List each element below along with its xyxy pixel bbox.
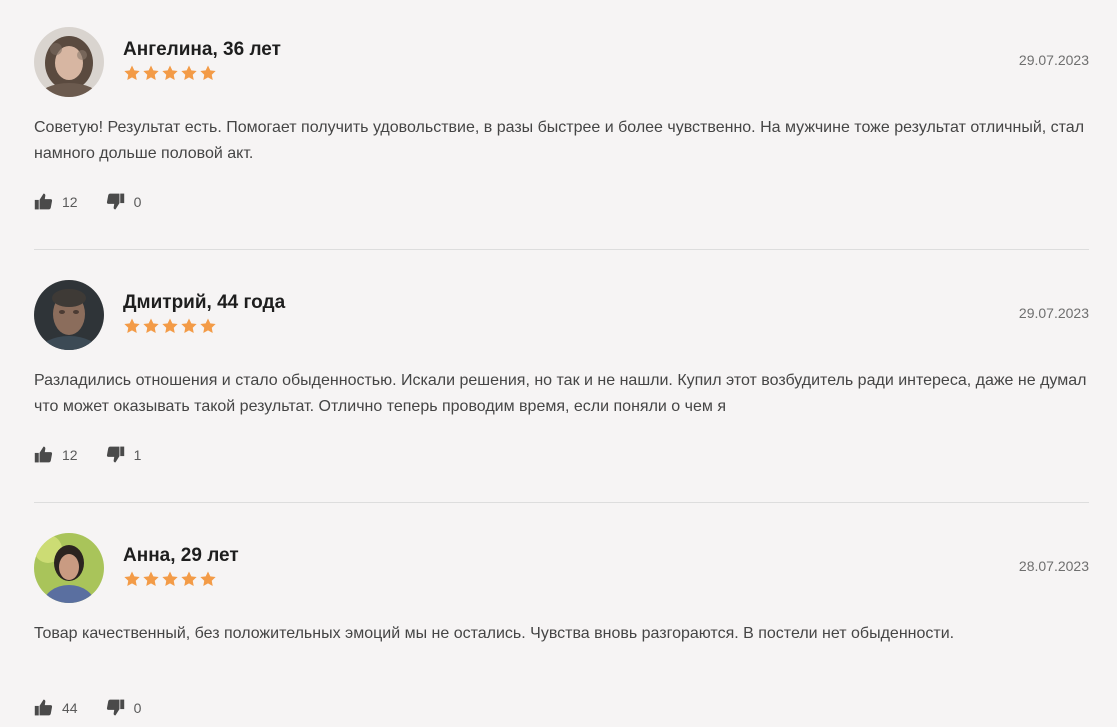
dislike-count: 0 [133, 193, 142, 210]
review-text: Товар качественный, без положительных эм… [34, 625, 955, 642]
like-button[interactable]: 12 [34, 445, 78, 464]
avatar [34, 533, 104, 603]
like-button[interactable]: 12 [34, 192, 78, 211]
avatar [34, 280, 104, 350]
avatar [34, 27, 104, 97]
star-icon [143, 571, 159, 586]
star-icon [181, 571, 197, 586]
star-icon [162, 65, 178, 80]
review-text: Советую! Результат есть. Помогает получи… [34, 119, 1085, 162]
vote-bar: 44 0 [34, 698, 141, 717]
like-button[interactable]: 44 [34, 698, 78, 717]
star-icon [181, 65, 197, 80]
vote-bar: 12 0 [34, 192, 141, 211]
like-count: 12 [62, 446, 78, 463]
rating-stars [123, 64, 217, 82]
thumbs-down-icon [106, 193, 124, 210]
thumbs-up-icon [34, 699, 53, 716]
review-date: 29.07.2023 [1018, 305, 1089, 321]
dislike-button[interactable]: 0 [106, 698, 142, 717]
star-icon [200, 318, 216, 333]
review-date: 29.07.2023 [1018, 52, 1089, 68]
author-name: Дмитрий, 44 года [123, 292, 286, 313]
review-date: 28.07.2023 [1018, 558, 1089, 574]
star-icon [143, 318, 159, 333]
divider [34, 502, 1089, 503]
star-icon [200, 571, 216, 586]
user-photo-icon [34, 280, 104, 350]
star-icon [124, 318, 140, 333]
review-text: Разладились отношения и стало обыденност… [34, 372, 1087, 415]
divider [34, 249, 1089, 250]
thumbs-up-icon [34, 193, 53, 210]
thumbs-down-icon [106, 446, 124, 463]
like-count: 44 [62, 699, 78, 716]
rating-stars [123, 570, 217, 588]
like-count: 12 [62, 193, 78, 210]
star-icon [124, 571, 140, 586]
author-name: Ангелина, 36 лет [123, 39, 281, 60]
rating-stars [123, 317, 217, 335]
user-photo-icon [34, 533, 104, 603]
dislike-button[interactable]: 0 [106, 192, 142, 211]
thumbs-down-icon [106, 699, 124, 716]
star-icon [162, 571, 178, 586]
star-icon [143, 65, 159, 80]
user-photo-icon [34, 27, 104, 97]
dislike-count: 1 [133, 446, 142, 463]
star-icon [124, 65, 140, 80]
author-name: Анна, 29 лет [123, 545, 239, 566]
vote-bar: 12 1 [34, 445, 141, 464]
thumbs-up-icon [34, 446, 53, 463]
star-icon [200, 65, 216, 80]
star-icon [181, 318, 197, 333]
dislike-count: 0 [133, 699, 142, 716]
dislike-button[interactable]: 1 [106, 445, 142, 464]
star-icon [162, 318, 178, 333]
